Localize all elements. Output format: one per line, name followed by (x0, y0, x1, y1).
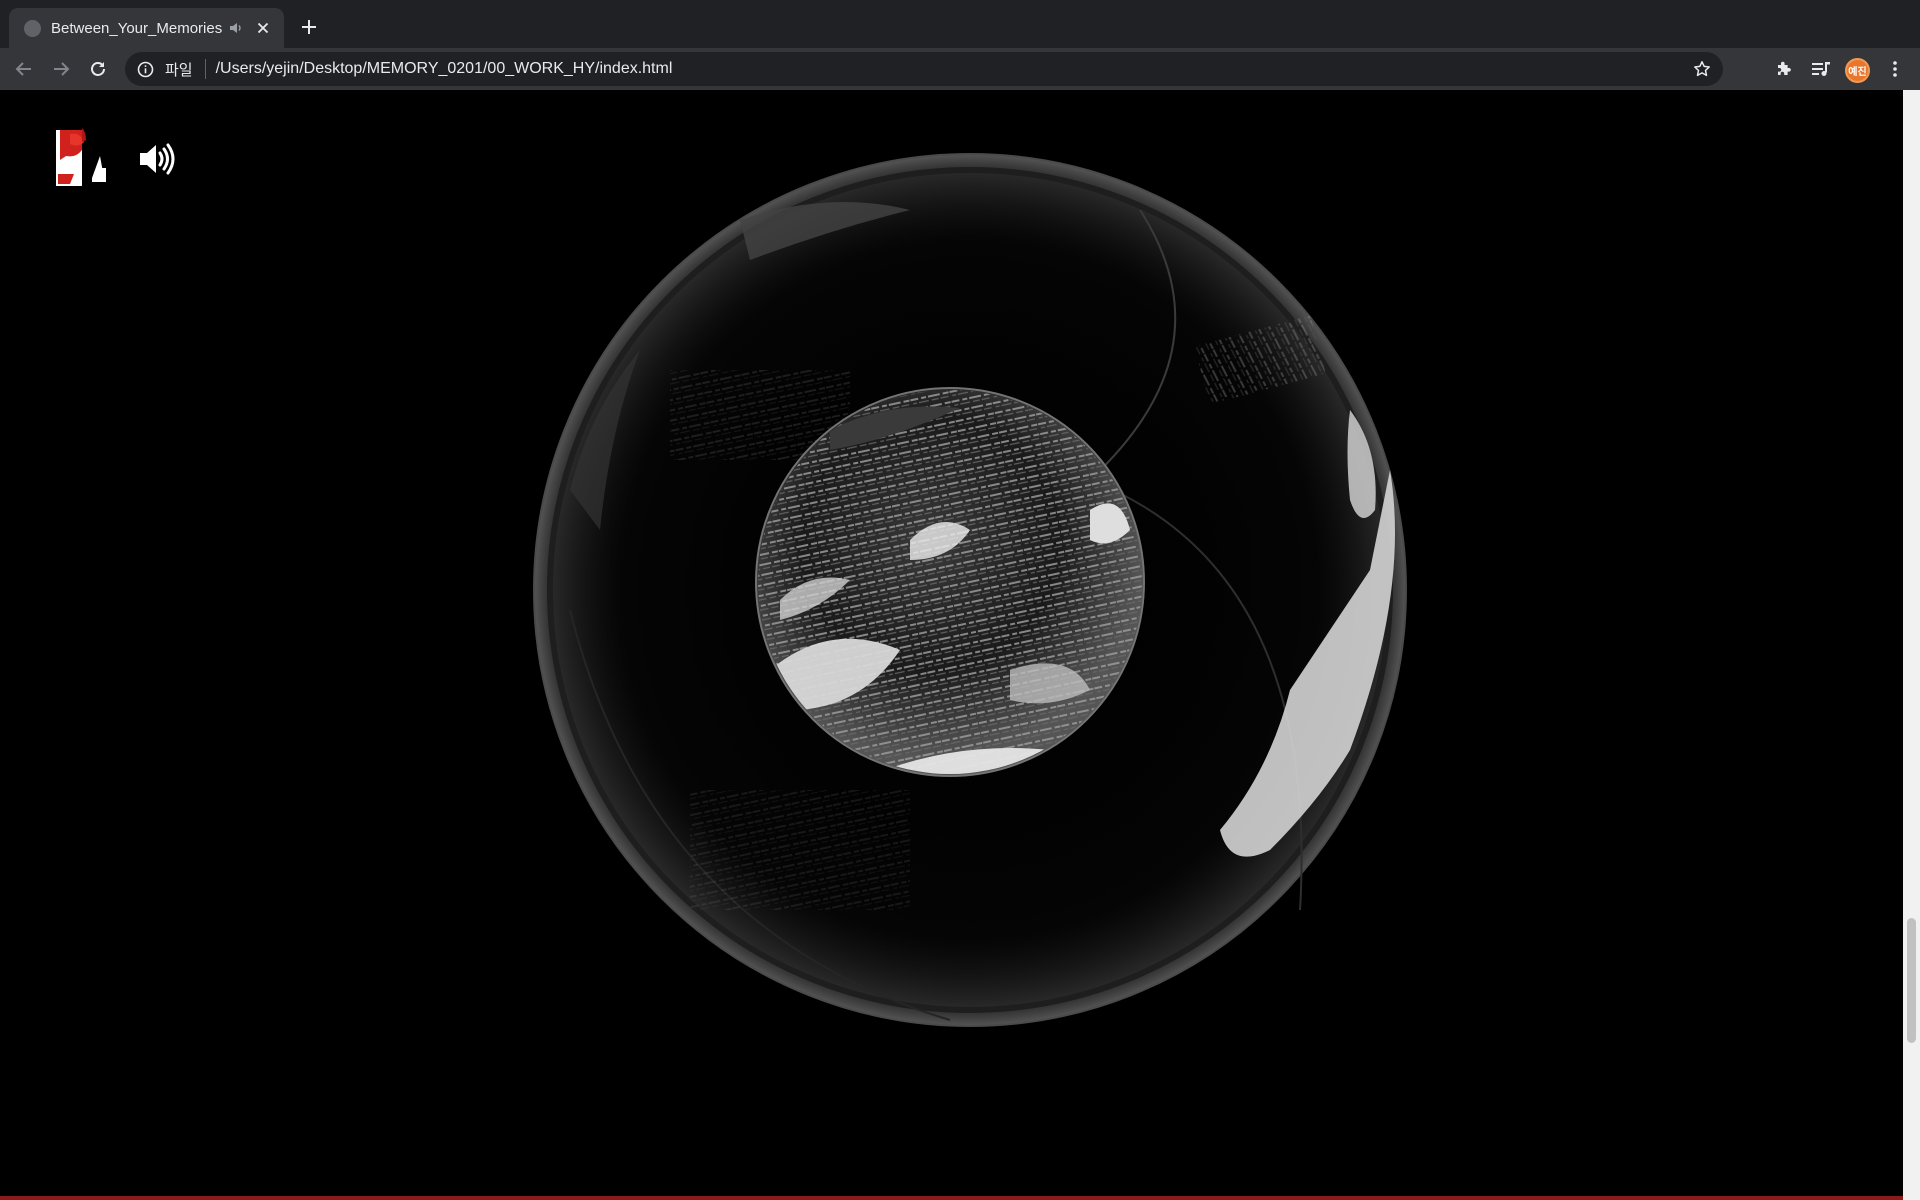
page-viewport (0, 90, 1903, 1200)
arrow-left-icon (15, 62, 31, 76)
vertical-scrollbar[interactable] (1903, 90, 1920, 1200)
url-text[interactable]: /Users/yejin/Desktop/MEMORY_0201/00_WORK… (216, 60, 1687, 78)
arrow-right-icon (54, 62, 70, 76)
tab-strip: Between_Your_Memories (0, 0, 1920, 48)
sound-toggle-button[interactable] (138, 142, 178, 176)
new-tab-button[interactable] (296, 14, 322, 40)
url-scheme-label: 파일 (165, 61, 193, 79)
omnibox-divider (204, 59, 206, 79)
browser-tab[interactable]: Between_Your_Memories (9, 8, 284, 48)
memory-glass-sphere[interactable] (530, 150, 1410, 1030)
speaker-volume-icon (140, 143, 175, 175)
reload-button[interactable] (84, 55, 112, 83)
info-icon[interactable] (135, 59, 155, 79)
profile-label: 예진 (1848, 67, 1867, 78)
back-button[interactable] (10, 55, 38, 83)
media-queue-icon[interactable] (1807, 55, 1835, 83)
more-vert-icon[interactable] (1881, 55, 1909, 83)
close-icon[interactable] (252, 17, 274, 39)
scrollbar-thumb[interactable] (1907, 918, 1916, 1043)
plus-icon (302, 20, 316, 34)
address-bar[interactable]: 파일 /Users/yejin/Desktop/MEMORY_0201/00_W… (125, 52, 1723, 86)
browser-toolbar: 파일 /Users/yejin/Desktop/MEMORY_0201/00_W… (0, 48, 1920, 90)
speaker-icon[interactable] (228, 20, 244, 36)
logo[interactable] (56, 128, 120, 190)
star-icon[interactable] (1687, 54, 1717, 84)
reload-icon (91, 62, 105, 76)
bottom-accent-bar (0, 1196, 1903, 1200)
profile-avatar[interactable]: 예진 (1845, 58, 1870, 83)
forward-button[interactable] (47, 55, 75, 83)
extensions-puzzle-icon[interactable] (1770, 55, 1798, 83)
globe-icon (24, 19, 41, 37)
tab-title: Between_Your_Memories (51, 19, 222, 37)
